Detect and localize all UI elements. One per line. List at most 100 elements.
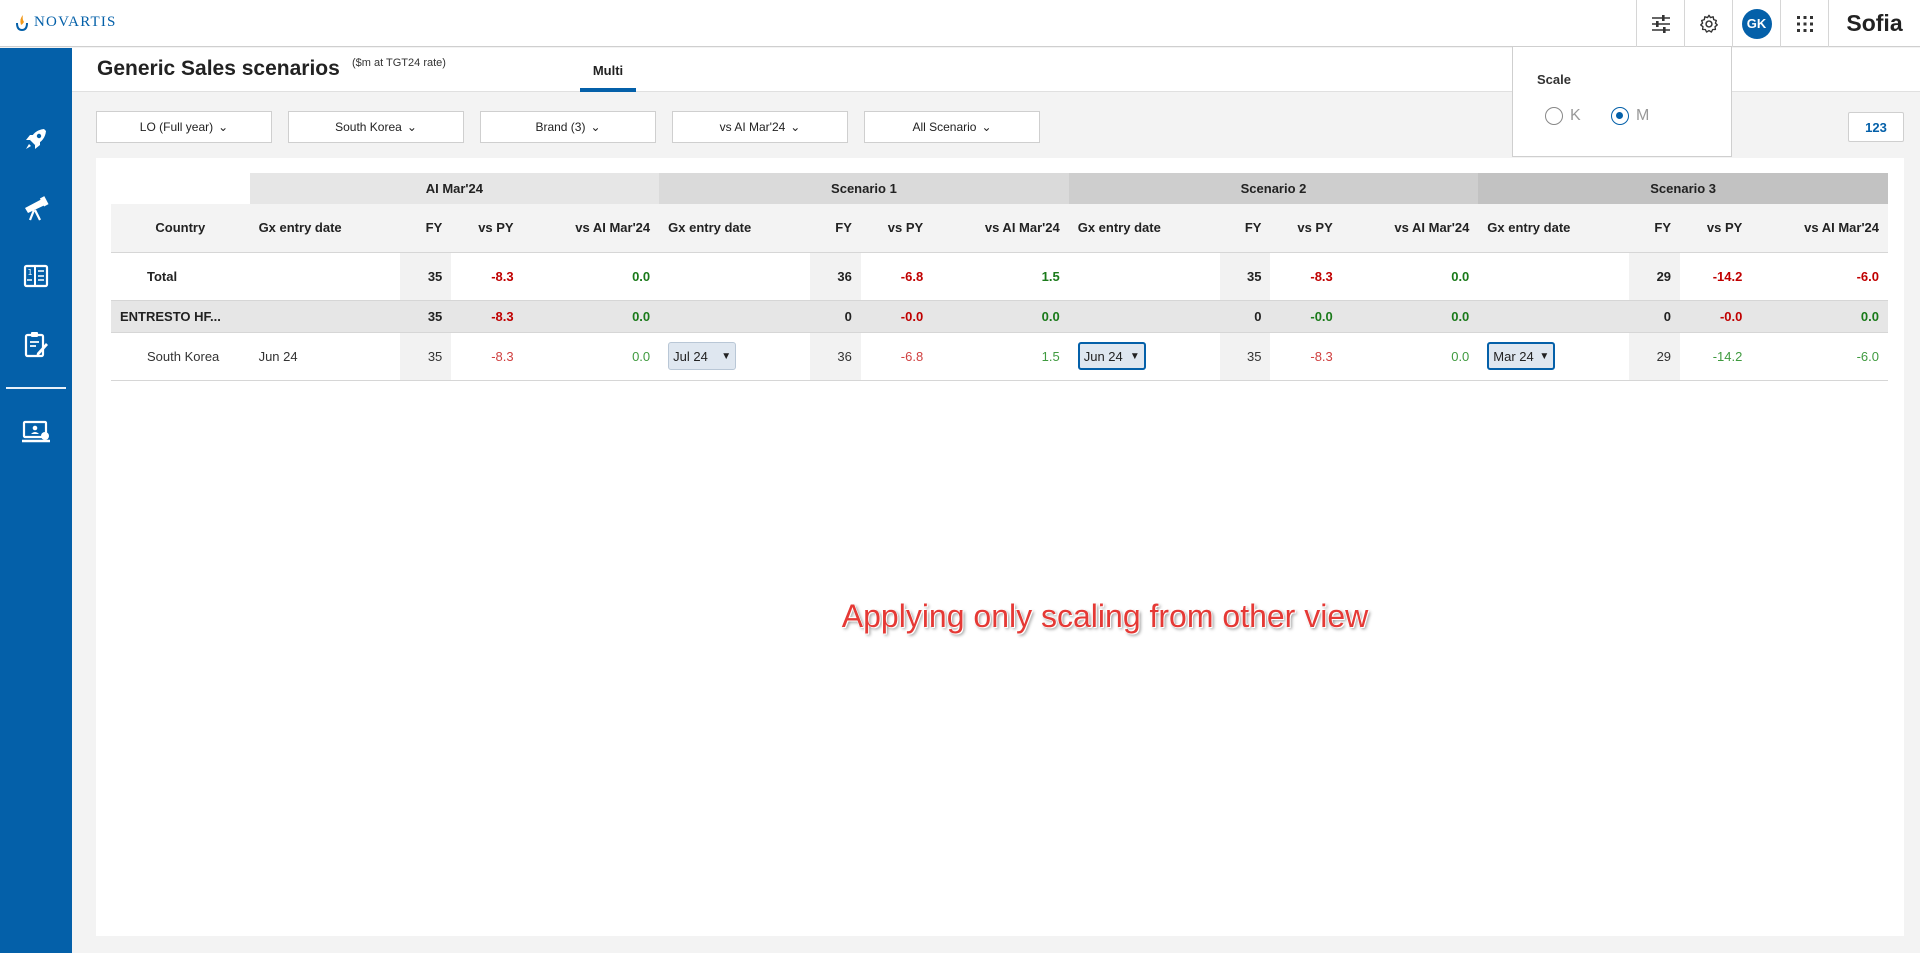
gx-date-cell [249, 300, 401, 333]
vs-py-cell: -8.3 [451, 252, 523, 301]
radio-label: M [1636, 107, 1650, 124]
filter-brand[interactable]: Brand (3) ⌄ [480, 111, 656, 143]
tab-multi[interactable]: Multi [580, 48, 636, 92]
radio-unchecked-icon [1545, 107, 1563, 125]
filter-label: LO (Full year) [139, 120, 214, 134]
vs-py-cell: -14.2 [1680, 332, 1752, 381]
vs-ai-cell: -6.0 [1751, 332, 1888, 381]
row-label: South Korea [111, 332, 250, 381]
page-title: Generic Sales scenarios [97, 57, 340, 80]
sidebar-item-launch[interactable] [18, 121, 54, 157]
gx-date-cell: Jun 24 [249, 332, 401, 381]
column-header[interactable]: Gx entry date [1068, 204, 1220, 253]
filter-period[interactable]: LO (Full year) ⌄ [96, 111, 272, 143]
column-header[interactable]: FY [400, 204, 452, 253]
column-header[interactable]: vs PY [1680, 204, 1752, 253]
gx-date-cell [249, 252, 401, 301]
table-row-brand[interactable]: ENTRESTO HF... 35 -8.3 0.0 0 -0.0 0.0 0 … [111, 300, 1888, 333]
column-header[interactable]: Gx entry date [1478, 204, 1630, 253]
column-header[interactable]: vs PY [1270, 204, 1342, 253]
chevron-down-icon: ▼ [721, 350, 732, 362]
gx-date-select[interactable]: Jun 24 ▼ [1077, 342, 1146, 370]
sidebar-item-clipboard[interactable] [18, 326, 54, 362]
column-header[interactable]: vs AI Mar'24 [932, 204, 1069, 253]
filter-country[interactable]: South Korea ⌄ [288, 111, 464, 143]
gx-date-cell: Jul 24 ▼ [659, 332, 810, 381]
rocket-icon [26, 129, 46, 149]
row-label: ENTRESTO HF... [111, 300, 250, 333]
vs-py-cell: -0.0 [1680, 300, 1752, 333]
vs-ai-cell: 0.0 [1341, 300, 1479, 333]
chevron-down-icon: ▼ [1129, 350, 1140, 362]
chevron-down-icon: ⌄ [406, 120, 417, 134]
fy-cell: 35 [400, 252, 452, 301]
fy-cell: 36 [809, 252, 861, 301]
vs-ai-cell: 0.0 [1751, 300, 1888, 333]
user-menu-button[interactable]: GK [1732, 0, 1780, 47]
radio-label: K [1570, 107, 1581, 124]
avatar: GK [1741, 8, 1772, 39]
chevron-down-icon: ⌄ [590, 120, 601, 134]
group-header-empty [111, 173, 250, 204]
settings-button[interactable] [1684, 0, 1732, 47]
app-launcher-button[interactable] [1780, 0, 1828, 47]
vs-ai-cell: 0.0 [1341, 332, 1479, 381]
column-header[interactable]: FY [1629, 204, 1681, 253]
chevron-down-icon: ⌄ [981, 120, 992, 134]
sidebar-item-calculator[interactable]: 1 [18, 258, 54, 294]
column-header[interactable]: FY [809, 204, 861, 253]
sidebar-item-telescope[interactable] [18, 190, 54, 226]
svg-text:1: 1 [28, 268, 33, 277]
column-header[interactable]: vs AI Mar'24 [1751, 204, 1888, 253]
column-header[interactable]: Gx entry date [659, 204, 810, 253]
column-header[interactable]: vs PY [451, 204, 523, 253]
radio-checked-icon [1611, 107, 1629, 125]
select-value: Mar 24 [1493, 348, 1534, 364]
vs-ai-cell: 0.0 [932, 300, 1069, 333]
filter-label: Brand (3) [535, 120, 586, 134]
chevron-down-icon: ⌄ [218, 120, 229, 134]
scale-option-k[interactable]: K [1545, 107, 1581, 125]
filter-comparison[interactable]: vs AI Mar'24 ⌄ [672, 111, 848, 143]
vs-py-cell: -6.8 [860, 252, 933, 301]
column-header[interactable]: vs PY [860, 204, 933, 253]
table-row-total: Total 35 -8.3 0.0 36 -6.8 1.5 35 -8.3 0.… [111, 252, 1888, 301]
gx-date-select[interactable]: Mar 24 ▼ [1487, 342, 1556, 370]
flame-logo-icon [16, 15, 28, 31]
page-subtitle: ($m at TGT24 rate) [352, 57, 446, 69]
column-header[interactable]: vs AI Mar'24 [1341, 204, 1479, 253]
sidebar: 1 [0, 48, 72, 953]
gx-date-cell: Mar 24 ▼ [1478, 332, 1630, 381]
number-format-button[interactable]: 123 [1848, 112, 1904, 142]
column-header[interactable]: vs AI Mar'24 [522, 204, 660, 253]
gx-date-select[interactable]: Jul 24 ▼ [668, 342, 737, 370]
app-name[interactable]: Sofia [1828, 0, 1920, 47]
vs-py-cell: -0.0 [860, 300, 933, 333]
scale-title: Scale [1537, 72, 1571, 87]
gear-icon [1699, 14, 1718, 33]
scale-popover: Scale K M [1512, 47, 1732, 157]
calculator-icon: 1 [23, 264, 49, 288]
scale-option-m[interactable]: M [1611, 107, 1649, 125]
filter-bar: LO (Full year) ⌄ South Korea ⌄ Brand (3) ⌄ … [96, 111, 1040, 143]
gx-date-cell [1478, 252, 1630, 301]
novartis-logo[interactable]: NOVARTIS [14, 13, 117, 31]
scenario-table: AI Mar'24 Scenario 1 Scenario 2 Scenario… [111, 173, 1888, 381]
column-header[interactable]: Gx entry date [249, 204, 401, 253]
filter-label: vs AI Mar'24 [719, 120, 786, 134]
gx-date-cell [659, 300, 810, 333]
filter-scenario[interactable]: All Scenario ⌄ [864, 111, 1040, 143]
filter-label: All Scenario [912, 120, 977, 134]
fy-cell: 0 [1629, 300, 1681, 333]
column-header[interactable]: FY [1219, 204, 1271, 253]
group-header: AI Mar'24 [249, 173, 660, 204]
group-header-row: AI Mar'24 Scenario 1 Scenario 2 Scenario… [111, 173, 1888, 204]
gx-date-cell [1478, 300, 1630, 333]
gx-date-cell [1068, 300, 1220, 333]
vs-py-cell: -8.3 [451, 300, 523, 333]
sidebar-item-laptop[interactable] [18, 414, 54, 450]
vs-py-cell: -8.3 [1270, 252, 1342, 301]
gx-date-cell [659, 252, 810, 301]
filter-settings-button[interactable] [1636, 0, 1684, 47]
column-header-country[interactable]: Country [111, 204, 250, 253]
